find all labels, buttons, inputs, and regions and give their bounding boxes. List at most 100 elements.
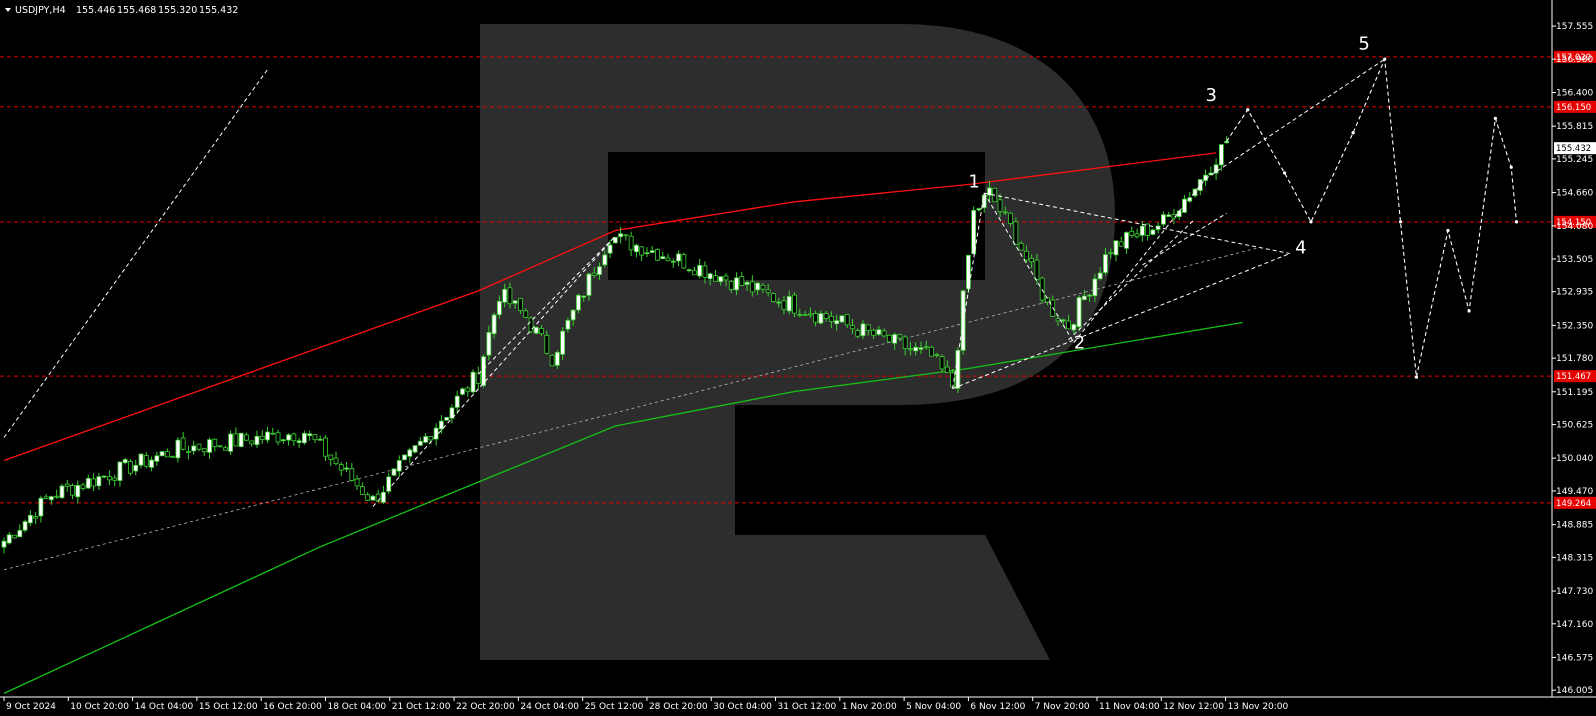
- candle-body[interactable]: [491, 314, 497, 335]
- candle-body[interactable]: [623, 234, 629, 237]
- candle-body[interactable]: [607, 244, 613, 254]
- candle-body[interactable]: [1124, 232, 1129, 249]
- candle-body[interactable]: [1113, 240, 1119, 256]
- candle-body[interactable]: [328, 454, 334, 460]
- candle-body[interactable]: [618, 233, 623, 238]
- candle-body[interactable]: [1166, 214, 1172, 217]
- candle-body[interactable]: [27, 514, 33, 524]
- candle-body[interactable]: [6, 534, 12, 544]
- candle-body[interactable]: [713, 275, 718, 282]
- candle-body[interactable]: [196, 443, 202, 450]
- candle-body[interactable]: [417, 440, 423, 446]
- candle-body[interactable]: [1182, 198, 1187, 213]
- candle-body[interactable]: [1023, 250, 1029, 261]
- candle-body[interactable]: [929, 346, 934, 357]
- candle-body[interactable]: [122, 459, 128, 464]
- candle-body[interactable]: [396, 460, 402, 472]
- candle-body[interactable]: [259, 435, 265, 440]
- candle-body[interactable]: [1055, 318, 1061, 322]
- candle-body[interactable]: [164, 451, 170, 458]
- candle-body[interactable]: [792, 294, 797, 314]
- candle-body[interactable]: [755, 282, 761, 291]
- candle-body[interactable]: [828, 316, 834, 322]
- candle-body[interactable]: [175, 439, 181, 459]
- candle-body[interactable]: [154, 455, 160, 462]
- candle-body[interactable]: [702, 265, 708, 278]
- candle-body[interactable]: [1097, 272, 1103, 280]
- candle-body[interactable]: [734, 277, 739, 291]
- candle-body[interactable]: [428, 436, 434, 441]
- candle-body[interactable]: [850, 325, 855, 330]
- candle-body[interactable]: [1008, 212, 1013, 224]
- candle-body[interactable]: [1150, 229, 1156, 235]
- candle-body[interactable]: [112, 477, 118, 481]
- candle-body[interactable]: [908, 348, 913, 351]
- candle-body[interactable]: [602, 254, 608, 266]
- candle-body[interactable]: [64, 483, 70, 487]
- candle-body[interactable]: [301, 432, 307, 444]
- candle-body[interactable]: [1218, 144, 1224, 166]
- candle-body[interactable]: [91, 478, 96, 487]
- candle-body[interactable]: [460, 388, 465, 395]
- candle-body[interactable]: [217, 445, 223, 448]
- candle-body[interactable]: [634, 244, 639, 253]
- candle-body[interactable]: [407, 449, 413, 457]
- candle-body[interactable]: [17, 529, 23, 538]
- candle-body[interactable]: [818, 313, 824, 324]
- candle-body[interactable]: [1197, 179, 1203, 191]
- candle-body[interactable]: [697, 265, 703, 277]
- chevron-down-icon[interactable]: [5, 8, 11, 12]
- candle-body[interactable]: [834, 320, 840, 325]
- candle-body[interactable]: [85, 478, 91, 489]
- candle-body[interactable]: [201, 448, 207, 453]
- candle-body[interactable]: [997, 199, 1003, 212]
- candle-body[interactable]: [212, 438, 218, 448]
- candle-body[interactable]: [892, 334, 898, 344]
- wave-line[interactable]: [1205, 58, 1386, 180]
- candle-body[interactable]: [143, 455, 149, 467]
- candle-body[interactable]: [1103, 254, 1108, 273]
- candle-body[interactable]: [539, 328, 544, 335]
- candle-body[interactable]: [275, 432, 281, 443]
- candle-body[interactable]: [533, 327, 539, 334]
- candle-body[interactable]: [486, 332, 492, 356]
- candle-body[interactable]: [1013, 221, 1019, 245]
- candle-body[interactable]: [839, 315, 845, 323]
- candle-body[interactable]: [43, 496, 49, 499]
- candle-body[interactable]: [1213, 164, 1219, 174]
- candle-body[interactable]: [1002, 211, 1008, 214]
- candle-body[interactable]: [670, 260, 676, 263]
- candle-body[interactable]: [823, 313, 829, 319]
- candle-body[interactable]: [876, 329, 882, 335]
- candle-body[interactable]: [59, 485, 65, 499]
- candle-body[interactable]: [1066, 320, 1071, 330]
- candle-body[interactable]: [1134, 233, 1140, 238]
- candle-body[interactable]: [560, 330, 566, 355]
- candle-body[interactable]: [718, 276, 724, 283]
- candle-body[interactable]: [860, 323, 866, 337]
- candle-body[interactable]: [423, 436, 429, 443]
- candle-body[interactable]: [628, 235, 634, 251]
- candle-body[interactable]: [1108, 252, 1114, 254]
- candle-body[interactable]: [1087, 294, 1093, 297]
- candle-body[interactable]: [1139, 225, 1145, 236]
- candle-body[interactable]: [871, 329, 876, 336]
- candle-body[interactable]: [565, 320, 571, 330]
- candle-body[interactable]: [1076, 297, 1082, 328]
- candle-body[interactable]: [923, 346, 929, 349]
- candle-body[interactable]: [886, 334, 892, 343]
- candle-body[interactable]: [22, 521, 28, 531]
- candle-body[interactable]: [238, 432, 244, 447]
- candle-body[interactable]: [586, 273, 592, 296]
- candle-body[interactable]: [101, 475, 107, 478]
- candle-body[interactable]: [507, 287, 513, 305]
- candle-body[interactable]: [681, 254, 687, 269]
- candle-body[interactable]: [554, 351, 560, 366]
- candle-body[interactable]: [707, 273, 713, 280]
- chart-canvas[interactable]: 157.020156.150154.150151.467149.264155.4…: [0, 0, 1596, 716]
- candle-body[interactable]: [855, 330, 861, 337]
- candle-body[interactable]: [149, 459, 154, 468]
- price-axis[interactable]: 157.555 156.980 156.400 155.815 155.245 154.6…: [1552, 22, 1593, 696]
- candle-body[interactable]: [12, 534, 17, 539]
- candle-body[interactable]: [191, 445, 197, 452]
